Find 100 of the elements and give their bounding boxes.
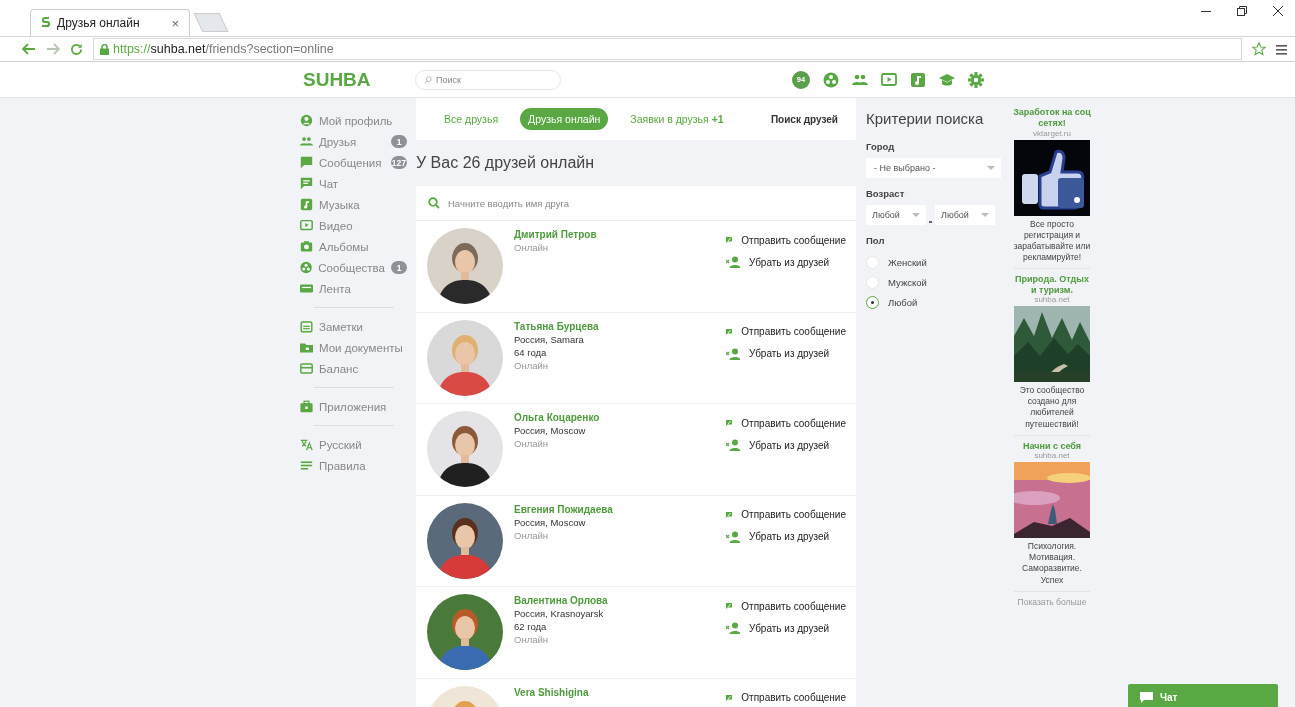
remove-user-icon	[726, 530, 740, 543]
chat-icon	[300, 156, 313, 169]
sidebar-item[interactable]: Видео	[300, 215, 407, 236]
tab-close-button[interactable]: ×	[171, 15, 179, 31]
remove-friend-link[interactable]: Убрать из друзей	[726, 347, 846, 360]
menu-icon[interactable]	[1276, 43, 1287, 55]
friend-name[interactable]: Ольга Коцаренко	[514, 412, 694, 423]
caret-icon	[987, 166, 995, 170]
field-label: Возраст	[866, 188, 906, 199]
camera-icon	[300, 240, 313, 253]
play-icon	[300, 219, 313, 232]
sidebar-item[interactable]: Мой профиль	[300, 110, 407, 131]
friend-location: Россия, Moscow	[514, 516, 587, 528]
remove-friend-link[interactable]: Убрать из друзей	[726, 439, 846, 451]
tab[interactable]: Друзья онлайн	[520, 108, 609, 130]
sidebar-item[interactable]: Правила	[300, 455, 407, 476]
friend-location: Россия, Samara	[514, 333, 585, 345]
remove-user-icon	[726, 347, 740, 360]
show-more-link[interactable]: Показать больше	[1017, 596, 1087, 608]
ad-source: suhba.net	[1034, 295, 1070, 305]
find-friends-link[interactable]: Поиск друзей	[770, 113, 838, 125]
sidebar-item[interactable]: Сообщения 127	[300, 152, 407, 173]
search-input[interactable]: Поиск	[436, 70, 552, 89]
friend-name[interactable]: Евгения Пожидаева	[514, 503, 694, 515]
age-to-dropdown[interactable]: Любой	[935, 205, 995, 225]
caret-icon	[981, 213, 989, 217]
ad-title[interactable]: Начни с себя	[1022, 440, 1082, 452]
browser-tab[interactable]: Друзья онлайн ×	[30, 9, 190, 36]
friend-location: Россия, Krasnoyarsk	[514, 608, 605, 619]
sidebar-item[interactable]: Русский	[300, 434, 407, 455]
restore-icon[interactable]	[1237, 6, 1247, 16]
friend-name[interactable]: Татьяна Бурцева	[514, 320, 694, 332]
sidebar-item[interactable]: Альбомы	[300, 236, 407, 257]
tab[interactable]: Заявки в друзья +1	[622, 108, 732, 130]
friend-status: Онлайн	[514, 634, 549, 645]
ad-title[interactable]: Заработок на соц сетях!	[1012, 107, 1092, 129]
gender-option[interactable]: Любой	[866, 292, 1003, 312]
sidebar-item[interactable]: Лента	[300, 278, 407, 299]
star-icon[interactable]	[1252, 42, 1266, 56]
friend-name[interactable]: Валентина Орлова	[514, 595, 694, 606]
search-icon	[424, 75, 432, 84]
remove-friend-link[interactable]: Убрать из друзей	[726, 622, 846, 634]
friend-status: Онлайн	[514, 242, 549, 253]
translate-icon	[300, 438, 313, 451]
graduation-cap-icon[interactable]	[939, 71, 955, 88]
tab-title: Друзья онлайн	[57, 16, 141, 30]
criteria-title: Критерии поиска	[866, 110, 985, 127]
sidebar-item[interactable]: Приложения	[300, 396, 407, 417]
forward-icon[interactable]	[46, 43, 60, 55]
sidebar-item[interactable]: Заметки	[300, 316, 407, 337]
people-icon	[300, 135, 313, 148]
friend-age: 64 года	[514, 346, 548, 358]
sidebar-item[interactable]: Музыка	[300, 194, 407, 215]
remove-friend-link[interactable]: Убрать из друзей	[726, 256, 846, 268]
chat-button[interactable]: Чат	[1128, 684, 1278, 707]
count-badge: 127	[390, 156, 407, 169]
new-tab-button[interactable]	[193, 13, 229, 32]
friend-name[interactable]: Vera Shishigina	[514, 686, 694, 698]
count-badge: 1	[391, 135, 407, 148]
age-from-dropdown[interactable]: Любой	[866, 205, 926, 225]
settings-icon[interactable]	[968, 71, 984, 88]
remove-user-icon	[726, 439, 740, 451]
field-label: Город	[866, 141, 896, 152]
reload-icon[interactable]	[70, 42, 83, 56]
count-badge: 1	[391, 261, 407, 274]
circles-icon	[300, 261, 313, 274]
city-dropdown[interactable]: - Не выбрано -	[866, 158, 1001, 178]
gender-option[interactable]: Мужской	[866, 272, 1003, 292]
tab[interactable]: Все друзья	[436, 108, 507, 130]
send-message-link[interactable]: Отправить сообщение	[726, 325, 846, 338]
close-icon[interactable]	[1273, 6, 1283, 16]
search-icon	[428, 197, 440, 209]
music-icon[interactable]	[910, 71, 926, 88]
ad-source: vktarget.ru	[1033, 128, 1071, 138]
sidebar-item[interactable]: Друзья 1	[300, 131, 407, 152]
back-icon[interactable]	[22, 43, 36, 55]
play-icon[interactable]	[881, 71, 897, 88]
friend-name[interactable]: Дмитрий Петров	[514, 229, 694, 240]
sidebar-item[interactable]: Баланс	[300, 358, 407, 379]
send-message-link[interactable]: Отправить сообщение	[726, 508, 846, 521]
gender-option[interactable]: Женский	[866, 252, 1003, 272]
sidebar-item[interactable]: Сообщества 1	[300, 257, 407, 278]
logo[interactable]: SUHBA	[303, 68, 415, 91]
remove-friend-link[interactable]: Убрать из друзей	[726, 530, 846, 543]
friend-status: Онлайн	[514, 359, 549, 371]
caret-icon	[912, 213, 920, 217]
radio-button[interactable]	[866, 295, 879, 309]
sidebar-item[interactable]: Чат	[300, 173, 407, 194]
send-message-link[interactable]: Отправить сообщение	[726, 234, 846, 246]
send-message-link[interactable]: Отправить сообщение	[726, 600, 846, 612]
field-label: Пол	[866, 235, 886, 246]
address-bar[interactable]: https://suhba.net/friends?section=online	[93, 38, 1242, 60]
send-message-link[interactable]: Отправить сообщение	[726, 691, 846, 704]
news-icon	[300, 282, 313, 295]
list-icon	[300, 459, 313, 472]
folder-icon	[300, 341, 313, 354]
ad-title[interactable]: Природа. Отдых и туризм.	[1012, 273, 1092, 296]
send-message-link[interactable]: Отправить сообщение	[726, 417, 846, 429]
circles-icon[interactable]	[823, 71, 839, 88]
sidebar-item[interactable]: Мои документы	[300, 337, 407, 358]
